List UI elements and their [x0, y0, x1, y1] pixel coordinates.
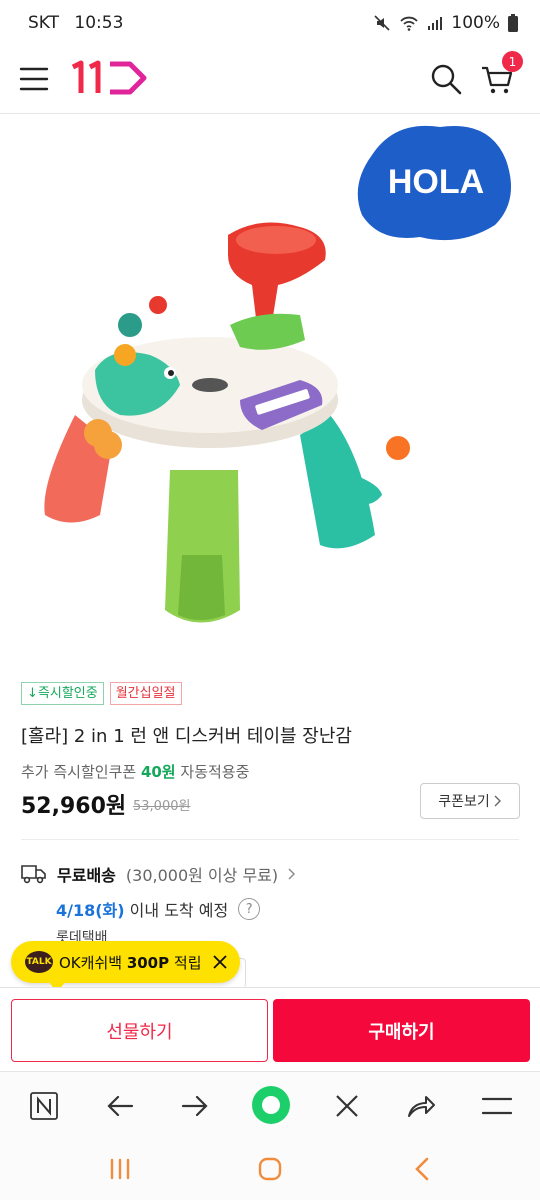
buy-button[interactable]: 구매하기: [273, 999, 530, 1062]
menu-icon[interactable]: [18, 64, 50, 94]
mute-icon: [374, 15, 390, 31]
close-icon[interactable]: [212, 954, 228, 970]
chevron-right-icon: [494, 795, 501, 807]
purchase-bar: 선물하기 구매하기: [0, 987, 540, 1071]
talk-icon: TALK: [25, 951, 53, 973]
coupon-prefix: 추가 즉시할인쿠폰: [21, 763, 141, 781]
home-icon[interactable]: [254, 1153, 286, 1185]
carrier-label: SKT: [28, 13, 60, 33]
product-title: [홀라] 2 in 1 런 앤 디스커버 테이블 장난감: [21, 726, 352, 747]
sale-price: 52,960원: [21, 794, 127, 819]
status-right: 100%: [373, 13, 518, 33]
chevron-right-icon: [288, 868, 296, 880]
view-coupon-label: 쿠폰보기: [438, 794, 490, 810]
signal-icon: [428, 17, 443, 30]
naver-home-icon[interactable]: [28, 1090, 60, 1122]
cashback-tooltip: TALK OK캐쉬백 300P 적립: [11, 941, 240, 993]
monthly-event-badge: 월간십일절: [109, 682, 182, 705]
battery-icon: [508, 14, 518, 32]
original-price: 53,000원: [133, 799, 191, 814]
free-shipping-condition: (30,000원 이상 무료): [125, 866, 279, 885]
free-shipping-label: 무료배송: [57, 866, 116, 885]
badge-row: ↓즉시할인중 월간십일절: [21, 682, 182, 705]
green-dot-icon[interactable]: [250, 1084, 292, 1126]
coupon-info: 추가 즉시할인쿠폰 40원 자동적용중: [21, 761, 249, 782]
arrival-info: 4/18(화) 이내 도착 예정 ?: [56, 897, 261, 921]
shipping-row[interactable]: 무료배송 (30,000원 이상 무료): [21, 862, 296, 886]
back-nav-icon[interactable]: [406, 1155, 438, 1183]
toy-table-illustration: HOLA: [44, 125, 512, 623]
close-tab-icon[interactable]: [331, 1090, 363, 1122]
cashback-points: 300P: [126, 953, 170, 972]
wifi-icon: [400, 16, 419, 31]
cashback-suffix: 적립: [169, 953, 202, 972]
recent-apps-icon[interactable]: [104, 1155, 136, 1183]
clock: 10:53: [74, 13, 124, 33]
system-navigation: [0, 1137, 540, 1200]
coupon-suffix: 자동적용중: [175, 763, 250, 781]
more-menu-icon[interactable]: [480, 1090, 514, 1122]
status-bar: SKT 10:53 100%: [0, 0, 540, 48]
top-nav: 1: [0, 48, 540, 114]
cashback-prefix: OK캐쉬백: [59, 953, 127, 972]
brand-logo-text: HOLA: [388, 163, 484, 201]
arrival-date: 4/18(화): [56, 901, 125, 920]
view-coupon-button[interactable]: 쿠폰보기: [420, 783, 520, 819]
logo[interactable]: [69, 58, 149, 98]
cart-count-badge: 1: [502, 51, 523, 72]
gift-button[interactable]: 선물하기: [11, 999, 268, 1062]
battery-percent: 100%: [451, 13, 500, 33]
back-arrow-icon[interactable]: [104, 1090, 136, 1122]
share-icon[interactable]: [404, 1090, 438, 1122]
help-icon[interactable]: ?: [238, 898, 261, 920]
status-left: SKT 10:53: [28, 13, 123, 33]
browser-toolbar: [0, 1071, 540, 1137]
coupon-amount: 40원: [140, 763, 176, 781]
search-icon[interactable]: [428, 61, 464, 97]
forward-arrow-icon[interactable]: [179, 1090, 211, 1122]
instant-discount-badge: ↓즉시할인중: [21, 682, 104, 705]
product-image[interactable]: HOLA: [0, 115, 540, 670]
truck-icon: [21, 865, 46, 884]
arrival-text: 이내 도착 예정: [124, 901, 229, 920]
divider: [21, 839, 519, 840]
